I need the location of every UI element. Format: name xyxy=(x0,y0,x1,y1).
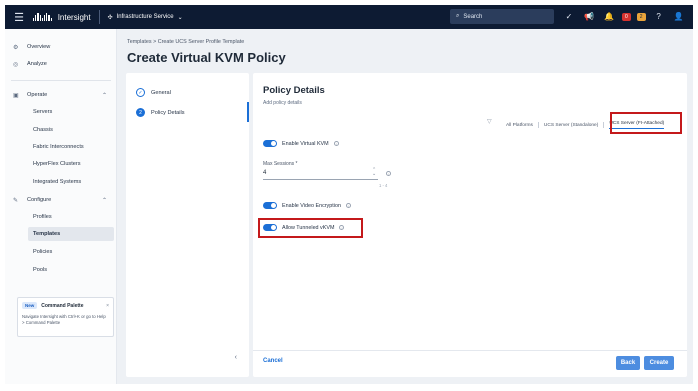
divider xyxy=(253,350,687,351)
sidebar-item-label: Analyze xyxy=(27,61,47,67)
sidebar-item-pools[interactable]: Pools xyxy=(5,263,117,277)
brand-name: Intersight xyxy=(57,12,91,22)
cancel-button[interactable]: Cancel xyxy=(263,358,283,364)
alarm-warning-badge[interactable]: 2 xyxy=(636,12,646,21)
divider xyxy=(11,80,111,81)
sidebar-item-policies[interactable]: Policies xyxy=(5,245,117,259)
panel-title: Policy Details xyxy=(263,85,325,96)
enable-video-encryption-toggle[interactable] xyxy=(263,202,277,209)
menu-icon[interactable]: ☰ xyxy=(5,11,33,24)
chevron-down-icon: ⌄ xyxy=(177,14,183,21)
gear-icon: ⚙ xyxy=(13,44,19,51)
chevron-left-icon[interactable]: ‹ xyxy=(235,354,237,361)
step-number: 2 xyxy=(136,108,145,117)
check-circle-icon[interactable]: ✓ xyxy=(562,9,576,24)
max-sessions-label: Max Sessions * xyxy=(263,161,298,167)
quantity-stepper[interactable]: ⌃ ⌄ xyxy=(372,168,376,177)
divider xyxy=(537,122,539,128)
step-policy-details[interactable]: 2 Policy Details xyxy=(136,108,185,117)
wizard-steps: ✓ General 2 Policy Details ‹ xyxy=(126,73,249,377)
command-palette-text: Navigate Intersight with Ctrl+K or go to… xyxy=(22,314,106,325)
step-general[interactable]: ✓ General xyxy=(136,88,171,97)
service-selector[interactable]: ✣ Infrastructure Service ⌄ xyxy=(108,14,183,21)
sidebar-item-servers[interactable]: Servers xyxy=(5,105,117,119)
cisco-logo xyxy=(33,13,52,21)
highlight-box xyxy=(258,218,363,238)
wrench-icon: ✎ xyxy=(13,197,19,204)
target-icon: ◎ xyxy=(13,61,19,68)
close-icon[interactable]: × xyxy=(106,303,109,309)
operate-icon: ▣ xyxy=(13,92,19,99)
sidebar-item-label: Policies xyxy=(33,249,53,255)
sidebar-item-templates[interactable]: Templates xyxy=(28,227,114,241)
bell-icon[interactable]: 🔔 xyxy=(602,9,616,24)
filter-icon[interactable]: ▽ xyxy=(487,118,492,125)
info-icon[interactable]: i xyxy=(345,203,351,208)
create-button[interactable]: Create xyxy=(644,356,674,370)
sidebar-item-label: Integrated Systems xyxy=(33,179,82,185)
step-label: General xyxy=(151,89,171,96)
sidebar-item-integrated-systems[interactable]: Integrated Systems xyxy=(5,175,117,189)
divider xyxy=(98,10,100,24)
sidebar-item-label: Templates xyxy=(33,231,61,237)
panel-subtitle: Add policy details xyxy=(263,100,302,106)
new-badge: New xyxy=(22,302,38,309)
main-content: Templates > Create UCS Server Profile Te… xyxy=(117,29,693,384)
sidebar-item-overview[interactable]: ⚙ Overview xyxy=(5,40,117,54)
back-button[interactable]: Back xyxy=(616,356,640,370)
user-icon[interactable]: 👤 xyxy=(672,9,686,24)
highlight-box xyxy=(610,112,682,134)
chevron-up-icon: ⌃ xyxy=(101,197,107,204)
megaphone-icon[interactable]: 📢 xyxy=(582,9,596,24)
sidebar-item-label: Chassis xyxy=(33,127,53,133)
check-icon: ✓ xyxy=(136,88,145,97)
command-palette-title: Command Palette xyxy=(41,302,84,309)
sidebar-item-label: Fabric Interconnects xyxy=(33,144,84,150)
info-icon[interactable]: i xyxy=(386,171,391,176)
sidebar-item-fabric-interconnects[interactable]: Fabric Interconnects xyxy=(5,140,117,154)
sidebar-item-label: Pools xyxy=(33,267,47,273)
page-title: Create Virtual KVM Policy xyxy=(127,50,286,65)
chevron-up-icon: ⌃ xyxy=(101,92,107,99)
service-icon: ✣ xyxy=(107,14,113,21)
breadcrumb[interactable]: Templates > Create UCS Server Profile Te… xyxy=(127,39,244,45)
sidebar-item-label: Overview xyxy=(27,44,51,50)
info-icon[interactable]: i xyxy=(333,141,339,146)
search-input[interactable]: ⌕ Search xyxy=(450,9,554,24)
sidebar: ⚙ Overview ◎ Analyze ▣ Operate ⌃ Servers… xyxy=(5,29,117,384)
step-label: Policy Details xyxy=(151,109,185,116)
enable-vkvm-toggle[interactable] xyxy=(263,140,277,147)
sidebar-item-label: Configure xyxy=(27,197,52,203)
search-icon: ⌕ xyxy=(456,13,460,19)
max-sessions-range: 1 - 4 xyxy=(379,183,388,188)
enable-vkvm-row: Enable Virtual KVM i xyxy=(263,140,339,147)
divider xyxy=(603,122,605,128)
sidebar-item-hyperflex-clusters[interactable]: HyperFlex Clusters xyxy=(5,157,117,171)
sidebar-item-label: Profiles xyxy=(33,214,52,220)
service-label: Infrastructure Service xyxy=(116,14,174,20)
sidebar-item-label: Servers xyxy=(33,109,53,115)
active-step-indicator xyxy=(247,102,249,122)
max-sessions-input[interactable]: 4 xyxy=(263,168,378,180)
help-icon[interactable]: ? xyxy=(652,9,666,24)
sidebar-item-analyze[interactable]: ◎ Analyze xyxy=(5,57,117,71)
video-encryption-row: Enable Video Encryption i xyxy=(263,202,351,209)
tab-all-platforms[interactable]: All Platforms xyxy=(506,123,533,128)
sidebar-item-label: Operate xyxy=(27,92,48,98)
toggle-label: Enable Video Encryption xyxy=(282,202,341,209)
sidebar-item-chassis[interactable]: Chassis xyxy=(5,123,117,137)
alarm-critical-badge[interactable]: 0 xyxy=(622,12,631,21)
command-palette-card: New Command Palette × Navigate Intersigh… xyxy=(17,297,114,337)
sidebar-item-profiles[interactable]: Profiles xyxy=(5,210,117,224)
sidebar-item-configure[interactable]: ✎ Configure ⌃ xyxy=(5,193,117,207)
brand[interactable]: Intersight xyxy=(33,13,91,22)
sidebar-item-label: HyperFlex Clusters xyxy=(33,161,81,167)
search-placeholder: Search xyxy=(463,13,483,20)
toggle-label: Enable Virtual KVM xyxy=(282,140,329,147)
top-bar: ☰ Intersight ✣ Infrastructure Service ⌄ … xyxy=(5,5,693,29)
sidebar-item-operate[interactable]: ▣ Operate ⌃ xyxy=(5,88,117,102)
tab-ucs-standalone[interactable]: UCS Server (Standalone) xyxy=(544,123,598,128)
